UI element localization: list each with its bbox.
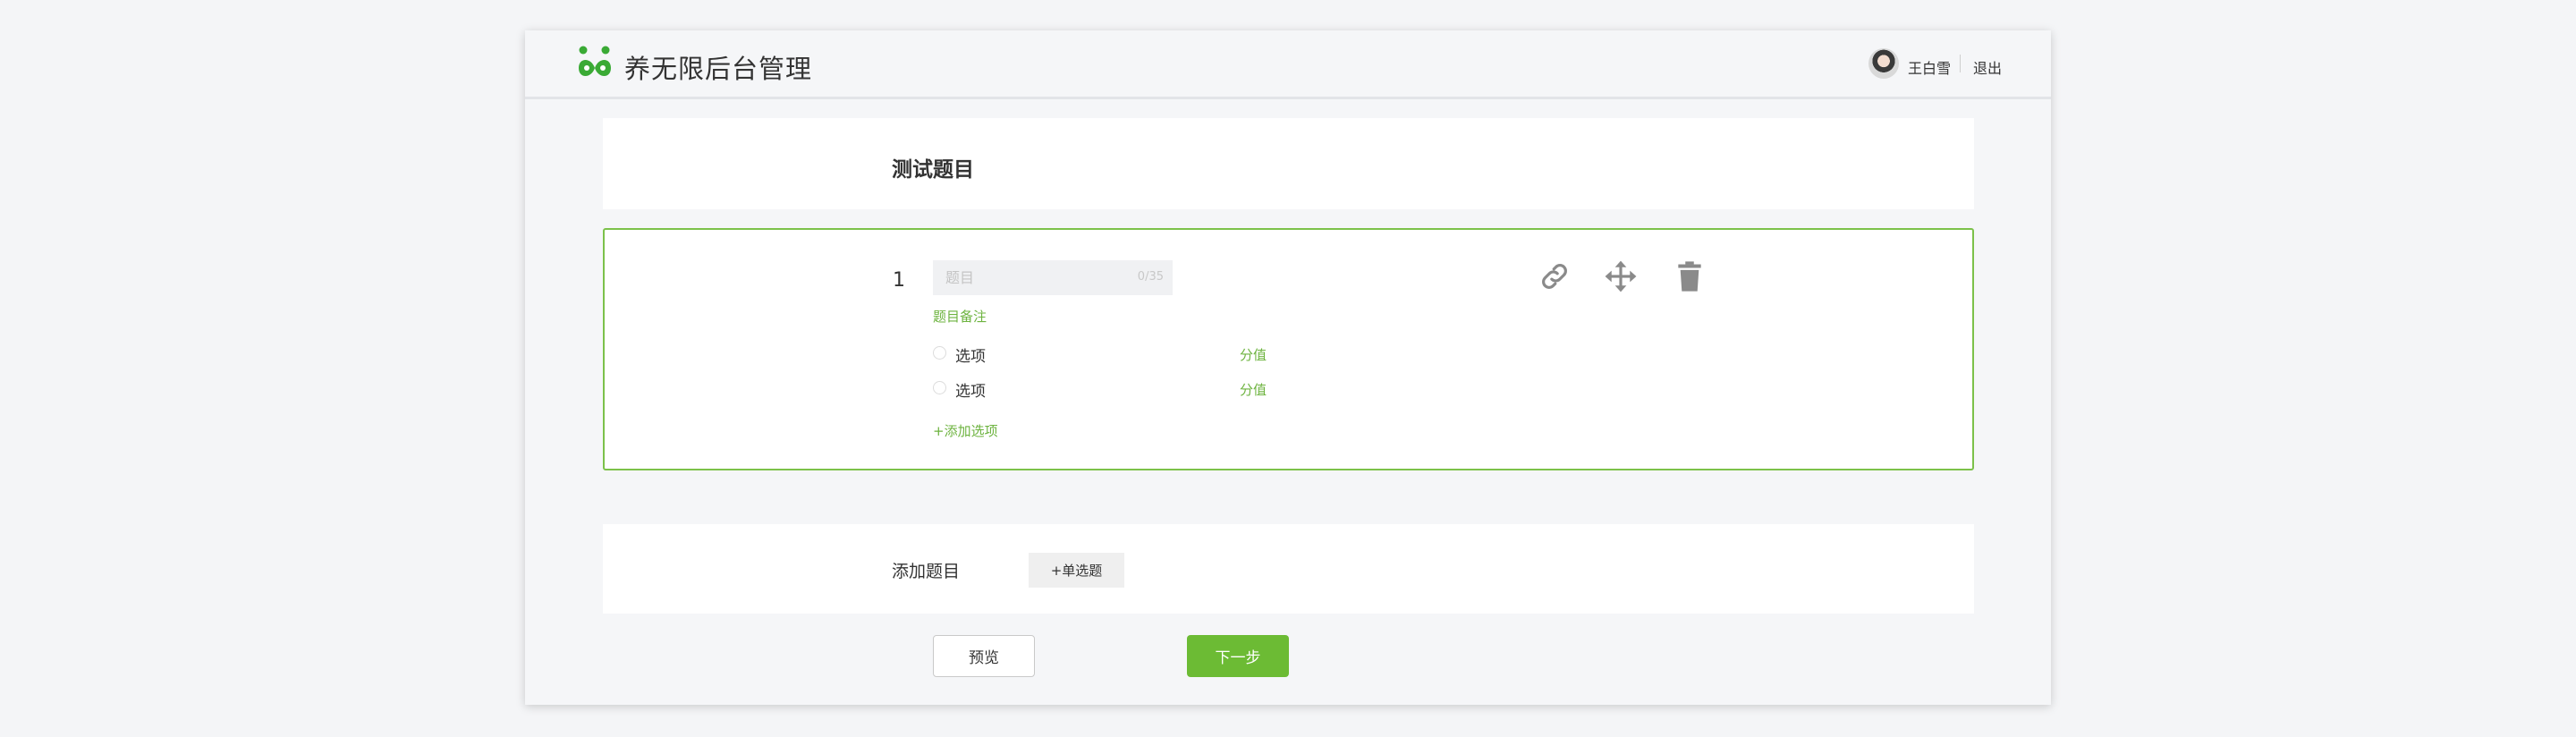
survey-title-card: 测试题目 bbox=[603, 118, 1974, 209]
logo-icon bbox=[575, 45, 614, 80]
top-header: 养无限后台管理 王白雪 退出 bbox=[525, 30, 2051, 99]
logout-link[interactable]: 退出 bbox=[1973, 56, 2002, 78]
option-radio[interactable] bbox=[933, 381, 946, 394]
next-step-button[interactable]: 下一步 bbox=[1187, 635, 1289, 677]
question-char-counter: 0/35 bbox=[1137, 270, 1164, 284]
move-icon[interactable] bbox=[1604, 258, 1638, 294]
question-note-link[interactable]: 题目备注 bbox=[933, 307, 987, 326]
question-card[interactable]: 1 0/35 题目备注 选项 分值 选项 分值 +添加选项 bbox=[603, 228, 1974, 470]
option-radio[interactable] bbox=[933, 346, 946, 360]
option-label[interactable]: 选项 bbox=[955, 343, 986, 366]
avatar[interactable] bbox=[1868, 48, 1899, 79]
header-divider bbox=[1960, 55, 1961, 72]
add-question-label: 添加题目 bbox=[892, 562, 961, 581]
option-label[interactable]: 选项 bbox=[955, 378, 986, 401]
question-title-input[interactable] bbox=[933, 260, 1173, 295]
add-question-card: 添加题目 +单选题 bbox=[603, 524, 1974, 614]
trash-icon[interactable] bbox=[1673, 258, 1707, 294]
username: 王白雪 bbox=[1908, 60, 1952, 77]
preview-button[interactable]: 预览 bbox=[933, 635, 1035, 677]
link-icon[interactable] bbox=[1538, 258, 1572, 294]
question-input-wrapper: 0/35 bbox=[933, 260, 1173, 295]
survey-title[interactable]: 测试题目 bbox=[892, 152, 974, 182]
option-score-link[interactable]: 分值 bbox=[1240, 380, 1267, 399]
add-option-link[interactable]: +添加选项 bbox=[933, 421, 998, 440]
add-single-choice-button[interactable]: +单选题 bbox=[1029, 553, 1124, 588]
app-window: 养无限后台管理 王白雪 退出 测试题目 1 0/35 题目备注 选项 分值 选项… bbox=[525, 30, 2051, 705]
question-number: 1 bbox=[893, 269, 905, 292]
option-score-link[interactable]: 分值 bbox=[1240, 345, 1267, 364]
brand-title: 养无限后台管理 bbox=[624, 54, 813, 84]
